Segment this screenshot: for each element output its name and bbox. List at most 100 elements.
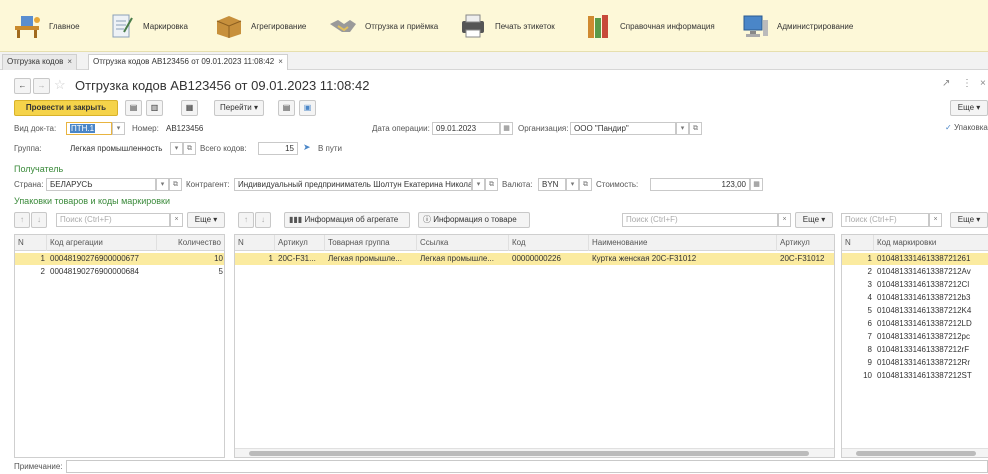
- chevron-down-icon[interactable]: ▾: [472, 178, 485, 191]
- section-print-labels[interactable]: Печать этикеток: [458, 0, 555, 52]
- search-input[interactable]: Поиск (Ctrl+F): [841, 213, 929, 227]
- aggregate-info-button[interactable]: ▮▮▮ Информация об агрегате: [284, 212, 410, 228]
- contractor-field[interactable]: Индивидуальный предприниматель Шолтун Ек…: [234, 178, 472, 191]
- column-mark-code[interactable]: Код маркировки: [874, 235, 988, 251]
- close-icon[interactable]: ×: [980, 78, 986, 89]
- chevron-down-icon[interactable]: ▾: [156, 178, 169, 191]
- open-icon[interactable]: ⧉: [579, 178, 592, 191]
- cell-agg-code: 00048190276900000684: [50, 267, 139, 276]
- move-down-button[interactable]: ↓: [255, 212, 271, 228]
- table-row[interactable]: 1 010481331461338721261: [842, 253, 988, 265]
- save-icon[interactable]: ▤: [125, 100, 142, 116]
- close-icon[interactable]: ×: [278, 57, 283, 66]
- print-icon[interactable]: ▦: [181, 100, 198, 116]
- table-row[interactable]: 2 00048190276900000684 5: [15, 266, 224, 278]
- section-aggregation[interactable]: Агрегирование: [214, 0, 306, 52]
- column-goods-group[interactable]: Товарная группа: [325, 235, 417, 251]
- calculator-icon[interactable]: ▦: [750, 178, 763, 191]
- horizontal-scrollbar[interactable]: [842, 448, 988, 457]
- back-button[interactable]: ←: [14, 78, 31, 94]
- report-icon[interactable]: ▤: [278, 100, 295, 116]
- chevron-down-icon[interactable]: ▾: [566, 178, 579, 191]
- tab-shipment-list[interactable]: Отгрузка кодов ×: [2, 54, 78, 70]
- table-row[interactable]: 3 0104813314613387212Cl: [842, 279, 988, 291]
- move-up-button[interactable]: ↑: [238, 212, 254, 228]
- country-field[interactable]: БЕЛАРУСЬ: [46, 178, 156, 191]
- section-shipment[interactable]: Отгрузка и приёмка: [328, 0, 438, 52]
- star-icon[interactable]: ☆: [54, 77, 66, 93]
- group-field[interactable]: Легкая промышленность: [66, 142, 170, 155]
- column-quantity[interactable]: Количество: [157, 235, 224, 251]
- table-row[interactable]: 1 00048190276900000677 10: [15, 253, 224, 265]
- scrollbar-thumb[interactable]: [249, 451, 809, 456]
- scrollbar-thumb[interactable]: [856, 451, 976, 456]
- pack-checkbox[interactable]: ✓ Упаковка: [945, 123, 988, 132]
- move-up-button[interactable]: ↑: [14, 212, 30, 228]
- clear-search-button[interactable]: ×: [778, 213, 791, 227]
- table-row[interactable]: 5 0104813314613387212K4: [842, 305, 988, 317]
- open-icon[interactable]: ⧉: [485, 178, 498, 191]
- link-icon[interactable]: ↗: [942, 78, 950, 89]
- search-input[interactable]: Поиск (Ctrl+F): [56, 213, 170, 227]
- table-row[interactable]: 9 0104813314613387212Rr: [842, 357, 988, 369]
- structure-icon[interactable]: ▣: [299, 100, 316, 116]
- table-row[interactable]: 8 0104813314613387212rF: [842, 344, 988, 356]
- doc-type-field[interactable]: ПТН.1: [66, 122, 112, 135]
- search-input[interactable]: Поиск (Ctrl+F): [622, 213, 778, 227]
- more-button[interactable]: Еще ▾: [187, 212, 225, 228]
- open-icon[interactable]: ⧉: [689, 122, 702, 135]
- column-name[interactable]: Наименование: [589, 235, 777, 251]
- clear-search-button[interactable]: ×: [170, 213, 183, 227]
- org-field[interactable]: ООО "Пандир": [570, 122, 676, 135]
- open-icon[interactable]: ⧉: [169, 178, 182, 191]
- goto-dropdown[interactable]: Перейти ▾: [214, 100, 264, 116]
- more-button[interactable]: Еще ▾: [795, 212, 833, 228]
- more-button[interactable]: Еще ▾: [950, 212, 988, 228]
- table-row[interactable]: 4 0104813314613387212b3: [842, 292, 988, 304]
- forward-button[interactable]: →: [33, 78, 50, 94]
- chevron-down-icon[interactable]: ▾: [676, 122, 689, 135]
- box-icon: [216, 16, 242, 38]
- column-code[interactable]: Код: [509, 235, 589, 251]
- chevron-down-icon[interactable]: ▾: [170, 142, 183, 155]
- clear-search-button[interactable]: ×: [929, 213, 942, 227]
- cost-field[interactable]: 123,00: [650, 178, 750, 191]
- marks-table[interactable]: N Код маркировки 1 010481331461338721261 2…: [841, 234, 988, 458]
- section-main[interactable]: Главное: [12, 0, 80, 52]
- post-icon[interactable]: ▥: [146, 100, 163, 116]
- column-n[interactable]: N: [842, 235, 874, 251]
- column-article-2[interactable]: Артикул: [777, 235, 834, 251]
- column-link[interactable]: Ссылка: [417, 235, 509, 251]
- column-agg-code[interactable]: Код агрегации: [47, 235, 157, 251]
- chevron-down-icon[interactable]: ▾: [112, 122, 125, 135]
- document-title: Отгрузка кодов АВ123456 от 09.01.2023 11…: [75, 78, 370, 93]
- table-row[interactable]: 10 0104813314613387212ST: [842, 370, 988, 382]
- column-n[interactable]: N: [235, 235, 275, 251]
- currency-field[interactable]: BYN: [538, 178, 566, 191]
- post-and-close-button[interactable]: Провести и закрыть: [14, 100, 118, 116]
- note-field[interactable]: [66, 460, 988, 473]
- close-icon[interactable]: ×: [67, 57, 72, 66]
- op-date-field[interactable]: 09.01.2023: [432, 122, 500, 135]
- goods-info-button[interactable]: ⓘ Информация о товаре: [418, 212, 530, 228]
- more-vert-icon[interactable]: ⋮: [962, 78, 972, 89]
- column-article[interactable]: Артикул: [275, 235, 325, 251]
- section-admin[interactable]: Администрирование: [740, 0, 853, 52]
- number-field[interactable]: AB123456: [162, 122, 362, 135]
- table-row[interactable]: 7 0104813314613387212pc: [842, 331, 988, 343]
- horizontal-scrollbar[interactable]: [235, 448, 834, 457]
- table-row[interactable]: 6 0104813314613387212LD: [842, 318, 988, 330]
- move-down-button[interactable]: ↓: [31, 212, 47, 228]
- more-button[interactable]: Еще ▾: [950, 100, 988, 116]
- aggregation-table[interactable]: N Код агрегации Количество 1 00048190276…: [14, 234, 225, 458]
- total-field[interactable]: 15: [258, 142, 298, 155]
- goods-table[interactable]: N Артикул Товарная группа Ссылка Код Наи…: [234, 234, 835, 458]
- table-row[interactable]: 1 20С-F31... Легкая промышле... Легкая п…: [235, 253, 834, 265]
- open-icon[interactable]: ⧉: [183, 142, 196, 155]
- table-row[interactable]: 2 0104813314613387212Av: [842, 266, 988, 278]
- calendar-icon[interactable]: ▦: [500, 122, 513, 135]
- tab-shipment-document[interactable]: Отгрузка кодов АВ123456 от 09.01.2023 11…: [88, 54, 288, 70]
- column-n[interactable]: N: [15, 235, 47, 251]
- section-marking[interactable]: Маркировка: [106, 0, 188, 52]
- section-reference[interactable]: Справочная информация: [583, 0, 715, 52]
